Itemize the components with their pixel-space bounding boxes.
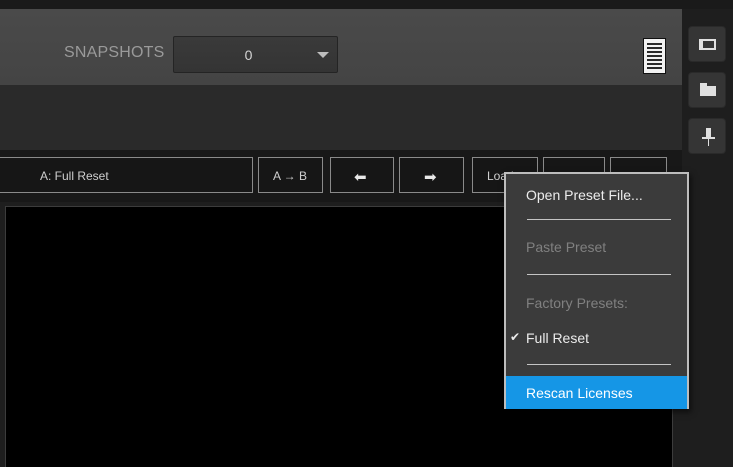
a-to-b-label: A → B xyxy=(273,169,308,183)
paste-preset-label: Paste Preset xyxy=(526,239,607,255)
menu-divider xyxy=(527,274,671,275)
menu-divider xyxy=(527,219,671,220)
preset-name-label: A: Full Reset xyxy=(40,169,109,183)
rescan-licenses-label: Rescan Licenses xyxy=(526,385,633,401)
preset-context-menu: Open Preset File... Paste Preset Factory… xyxy=(504,172,689,409)
snapshots-value: 0 xyxy=(244,47,253,63)
open-preset-label: Open Preset File... xyxy=(526,187,643,203)
left-arrow-icon: ⬅ xyxy=(354,169,367,186)
next-preset-button[interactable]: ➡ xyxy=(399,157,464,193)
top-strip xyxy=(0,0,733,9)
a-to-b-button[interactable]: A → B xyxy=(258,157,323,193)
checkmark-icon: ✔ xyxy=(510,330,521,344)
mid-panel xyxy=(0,85,682,150)
window-icon xyxy=(699,39,716,50)
previous-preset-button[interactable]: ⬅ xyxy=(330,157,394,193)
preset-name-field[interactable]: A: Full Reset xyxy=(0,157,253,193)
chevron-down-icon xyxy=(317,52,329,58)
list-view-button[interactable] xyxy=(643,38,666,74)
menu-divider xyxy=(527,364,671,365)
snapshots-label: SNAPSHOTS xyxy=(64,44,165,61)
folder-icon xyxy=(700,83,716,96)
pin-button[interactable] xyxy=(688,118,726,154)
full-reset-label: Full Reset xyxy=(526,330,590,346)
factory-presets-label: Factory Presets: xyxy=(526,295,628,311)
window-toggle-button[interactable] xyxy=(688,26,726,62)
menu-item-rescan-licenses[interactable]: Rescan Licenses xyxy=(506,376,687,409)
folder-button[interactable] xyxy=(688,72,726,108)
right-arrow-icon: ➡ xyxy=(424,169,437,186)
snapshots-dropdown[interactable]: 0 xyxy=(173,36,338,73)
